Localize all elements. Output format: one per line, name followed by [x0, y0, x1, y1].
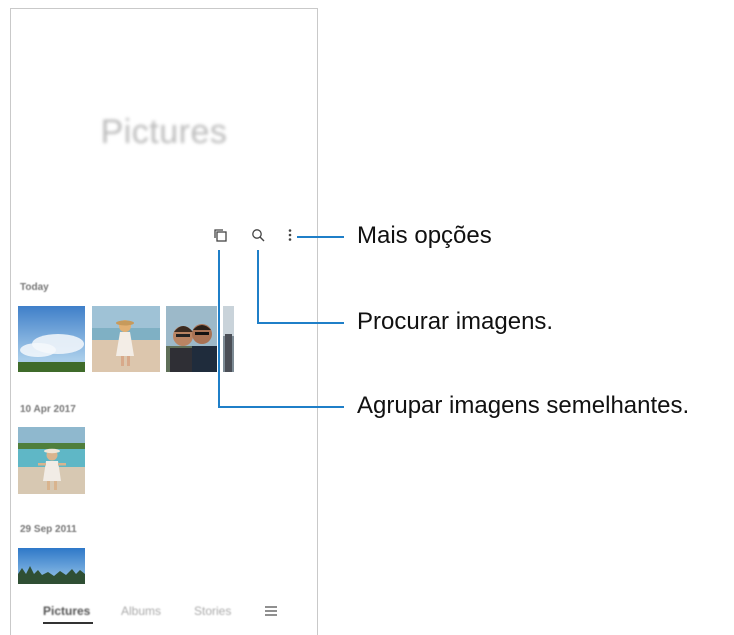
callout-search: Procurar imagens.	[357, 308, 554, 335]
callout-more-options: Mais opções	[357, 222, 492, 249]
callout-line-group	[218, 250, 344, 408]
callout-line-search	[257, 250, 344, 324]
callout-group-similar: Agrupar imagens semelhantes.	[357, 392, 690, 419]
